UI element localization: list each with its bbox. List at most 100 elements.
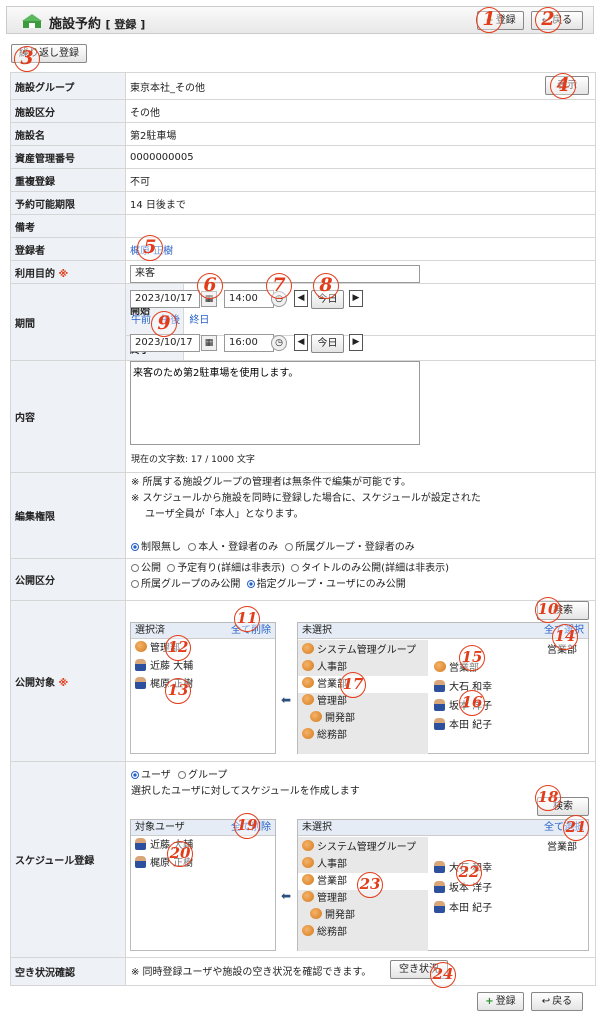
edit-option-unrestricted[interactable]: 制限無し [131,542,181,553]
marker-23: 23 [357,872,383,898]
dept-heading: 営業部 [547,842,577,853]
group-icon [302,857,314,868]
list-item[interactable]: 近藤 大輔 [131,837,275,854]
plus-icon: + [485,996,494,1007]
marker-12: 12 [165,635,191,661]
user-item[interactable]: 大石 和幸 [430,860,580,877]
tree-item[interactable]: システム管理グループ [298,642,428,659]
remarks-value [125,214,596,238]
user-item[interactable]: 本田 紀子 [430,900,580,917]
register-button-bottom[interactable]: + 登録 [477,992,524,1011]
facility-name-label: 施設名 [10,122,126,146]
marker-9: 9 [151,311,177,337]
am-link[interactable]: 午前 [131,315,151,326]
tree-item[interactable]: システム管理グループ [298,839,428,856]
user-item[interactable]: 本田 紀子 [430,717,580,734]
marker-7: 7 [266,273,292,299]
user-icon [434,881,445,893]
char-count: 現在の文字数: 17 / 1000 文字 [131,455,255,465]
list-item[interactable]: 近藤 大輔 [131,658,275,675]
user-item[interactable]: 営業部 [430,660,580,677]
list-item[interactable]: 梶原 正樹 [131,855,275,872]
duplicate-value: 不可 [125,168,596,192]
tree-item[interactable]: 人事部 [298,856,428,873]
group-icon [302,891,314,902]
asset-number-label: 資産管理番号 [10,145,126,169]
user-item[interactable]: 坂本 洋子 [430,698,580,715]
start-date-input[interactable]: 2023/10/17 [130,290,200,308]
list-item[interactable]: 梶原 正樹 [131,676,275,693]
public-option-title[interactable]: タイトルのみ公開(詳細は非表示) [291,563,449,574]
user-icon [434,699,445,711]
group-icon [302,874,314,885]
edit-option-group[interactable]: 所属グループ・登録者のみ [285,542,415,553]
move-left-arrow-icon[interactable]: ⬅ [281,889,291,903]
registrant-label: 登録者 [10,237,126,261]
marker-5: 5 [137,235,163,261]
schedule-type-group[interactable]: グループ [178,770,227,781]
start-time-input[interactable]: 14:00 [224,290,274,308]
marker-15: 15 [459,645,485,671]
edit-option-self[interactable]: 本人・登録者のみ [188,542,278,553]
edit-notes: ※ 所属する施設グループの管理者は無条件で編集が可能です。 ※ スケジュールから… [131,475,481,523]
edit-note-3: ユーザ全員が「本人」となります。 [145,509,304,520]
facility-group-label: 施設グループ [10,72,126,100]
group-icon [302,694,314,705]
edit-options: 制限無し 本人・登録者のみ 所属グループ・登録者のみ [131,538,415,553]
list-item[interactable]: 管理部 [131,640,275,657]
next-day-button[interactable]: ▶ [349,290,363,307]
public-option-busy[interactable]: 予定有り(詳細は非表示) [167,563,285,574]
duplicate-label: 重複登録 [10,168,126,192]
user-icon [434,861,445,873]
tree-item[interactable]: 管理部 [298,693,428,710]
group-icon [434,661,446,672]
marker-13: 13 [165,678,191,704]
purpose-label: 利用目的 ※ [10,260,126,284]
group-icon [135,641,147,652]
next-day-button[interactable]: ▶ [349,334,363,351]
period-label: 期間 [10,283,126,361]
user-icon [135,838,146,850]
marker-22: 22 [456,860,482,886]
group-icon [302,677,314,688]
today-button-end[interactable]: 今日 [311,334,344,353]
public-option-public[interactable]: 公開 [131,563,161,574]
public-target-label: 公開対象 ※ [10,600,126,762]
facility-icon [22,14,42,28]
back-button-bottom[interactable]: ↩ 戻る [531,992,583,1011]
prev-day-button[interactable]: ◀ [294,334,308,351]
tree-item[interactable]: 開発部 [298,907,428,924]
public-label: 公開区分 [10,558,126,601]
user-icon [135,659,146,671]
unselected-header: 未選択 全て選択 [298,623,588,639]
user-icon [434,680,445,692]
tree-item[interactable]: 人事部 [298,659,428,676]
tree-item[interactable]: 総務部 [298,727,428,744]
calendar-icon[interactable]: ▦ [201,335,217,351]
unselected-header: 未選択 全て選択 [298,820,588,836]
schedule-type-user[interactable]: ユーザ [131,770,171,781]
group-icon [310,711,322,722]
prev-day-button[interactable]: ◀ [294,290,308,307]
user-item[interactable]: 大石 和幸 [430,679,580,696]
user-icon [135,677,146,689]
public-options: 公開 予定有り(詳細は非表示) タイトルのみ公開(詳細は非表示) 所属グループの… [131,561,449,593]
move-left-arrow-icon[interactable]: ⬅ [281,693,291,707]
clock-icon[interactable]: ◷ [271,335,287,351]
content-textarea[interactable]: 来客のため第2駐車場を使用します。 [130,361,420,445]
end-time-input[interactable]: 16:00 [224,334,274,352]
marker-21: 21 [563,815,589,841]
marker-6: 6 [197,273,223,299]
public-option-own-group[interactable]: 所属グループのみ公開 [131,579,240,590]
facility-name-value: 第2駐車場 [125,122,596,146]
tree-item[interactable]: 総務部 [298,924,428,941]
user-icon [135,856,146,868]
marker-19: 19 [234,813,260,839]
tree-item[interactable]: 開発部 [298,710,428,727]
public-option-specified[interactable]: 指定グループ・ユーザにのみ公開 [246,579,406,590]
edit-note-2: ※ スケジュールから施設を同時に登録した場合に、スケジュールが設定された [131,493,481,504]
back-arrow-icon: ↩ [541,996,551,1007]
user-item[interactable]: 坂本 洋子 [430,880,580,897]
allday-link[interactable]: 終日 [189,315,209,326]
schedule-note: 選択したユーザに対してスケジュールを作成します [131,786,360,797]
